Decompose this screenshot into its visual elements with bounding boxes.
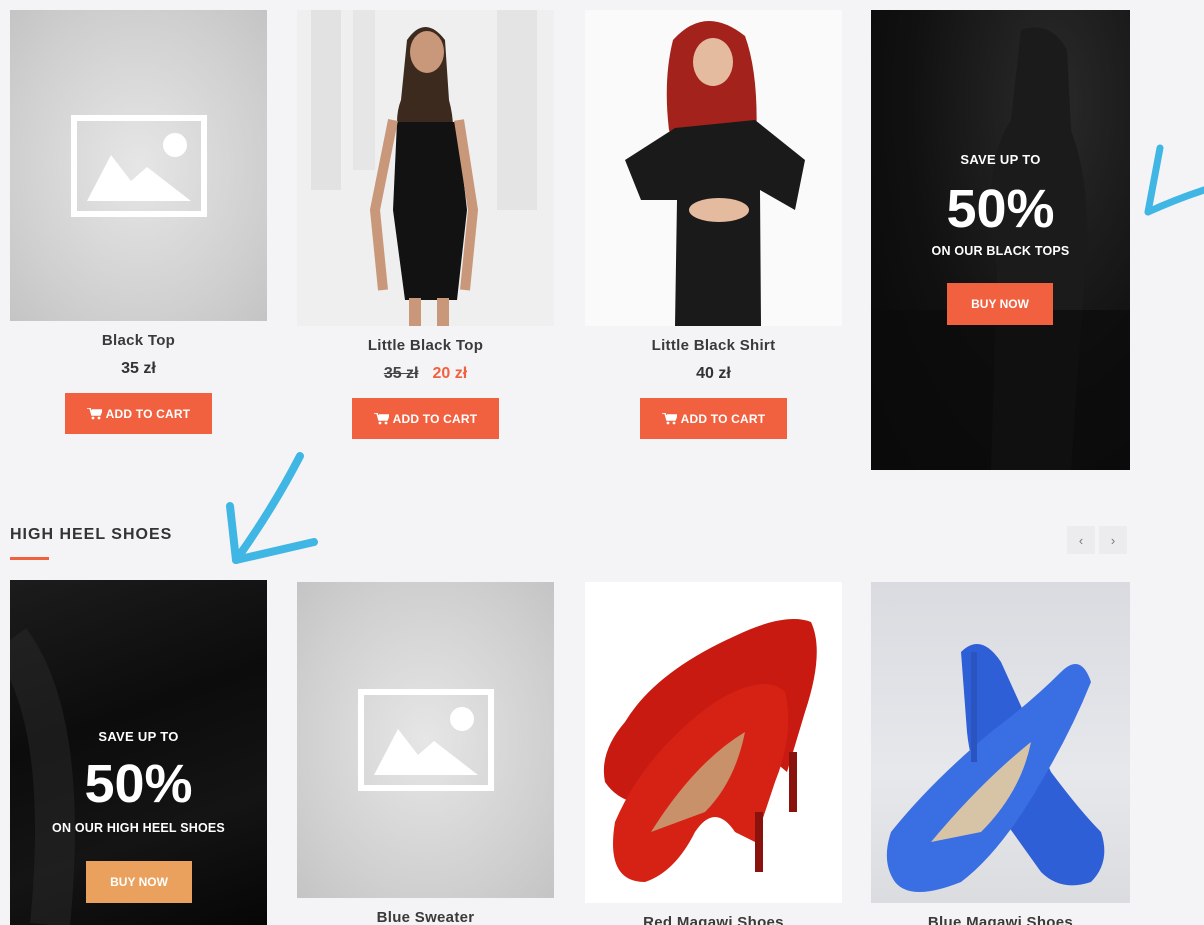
cart-icon bbox=[661, 412, 677, 424]
section-title-underline bbox=[10, 557, 49, 560]
product-image-placeholder[interactable] bbox=[10, 10, 267, 321]
product-image-placeholder[interactable] bbox=[297, 582, 554, 898]
promo-background-silhouette bbox=[871, 27, 1130, 470]
add-to-cart-label: ADD TO CART bbox=[680, 411, 766, 426]
model-photo-figure bbox=[585, 10, 842, 326]
carousel-next-button[interactable]: › bbox=[1099, 526, 1127, 554]
sale-price: 20 zł bbox=[432, 365, 468, 382]
product-name[interactable]: Blue Sweater bbox=[297, 909, 554, 925]
annotation-arrow-icon bbox=[226, 452, 318, 564]
add-to-cart-button[interactable]: ADD TO CART bbox=[65, 393, 212, 434]
product-name[interactable]: Little Black Shirt bbox=[585, 337, 842, 354]
product-price: 35 zł 20 zł bbox=[297, 365, 554, 383]
cart-icon bbox=[373, 412, 389, 424]
buy-now-button[interactable]: BUY NOW bbox=[947, 283, 1053, 325]
product-price: 40 zł bbox=[696, 365, 731, 382]
add-to-cart-label: ADD TO CART bbox=[392, 411, 478, 426]
model-photo-figure bbox=[297, 10, 554, 326]
cart-icon bbox=[86, 407, 102, 419]
product-image-blue-magawi-shoes[interactable] bbox=[871, 582, 1130, 903]
red-shoes-photo bbox=[585, 582, 842, 903]
carousel-prev-button[interactable]: ‹ bbox=[1067, 526, 1095, 554]
add-to-cart-button[interactable]: ADD TO CART bbox=[352, 398, 499, 439]
product-name[interactable]: Blue Magawi Shoes bbox=[871, 914, 1130, 925]
image-placeholder-icon bbox=[70, 114, 207, 217]
product-name[interactable]: Red Magawi Shoes bbox=[585, 914, 842, 925]
promo-percent: 50% bbox=[84, 754, 193, 814]
product-price: 35 zł bbox=[121, 360, 156, 377]
promo-save-text: SAVE UP TO bbox=[98, 729, 179, 744]
product-image-little-black-top[interactable] bbox=[297, 10, 554, 326]
product-image-little-black-shirt[interactable] bbox=[585, 10, 842, 326]
product-image-red-magawi-shoes[interactable] bbox=[585, 582, 842, 903]
promo-banner-black-tops[interactable]: SAVE UP TO 50% ON OUR BLACK TOPS BUY NOW bbox=[871, 10, 1130, 470]
section-title: HIGH HEEL SHOES bbox=[10, 526, 173, 543]
annotation-arrow-icon bbox=[1144, 144, 1204, 216]
product-name[interactable]: Black Top bbox=[10, 332, 267, 349]
buy-now-button[interactable]: BUY NOW bbox=[86, 861, 192, 903]
promo-percent: 50% bbox=[946, 179, 1055, 239]
old-price: 35 zł bbox=[383, 365, 419, 382]
promo-subtitle: ON OUR HIGH HEEL SHOES bbox=[52, 821, 225, 835]
promo-save-text: SAVE UP TO bbox=[960, 152, 1041, 167]
promo-subtitle: ON OUR BLACK TOPS bbox=[931, 244, 1070, 258]
image-placeholder-icon bbox=[357, 689, 494, 791]
blue-shoes-photo bbox=[886, 644, 1105, 892]
promo-banner-high-heel-shoes[interactable]: SAVE UP TO 50% ON OUR HIGH HEEL SHOES BU… bbox=[10, 580, 267, 925]
add-to-cart-label: ADD TO CART bbox=[105, 406, 191, 421]
product-name[interactable]: Little Black Top bbox=[297, 337, 554, 354]
add-to-cart-button[interactable]: ADD TO CART bbox=[640, 398, 787, 439]
